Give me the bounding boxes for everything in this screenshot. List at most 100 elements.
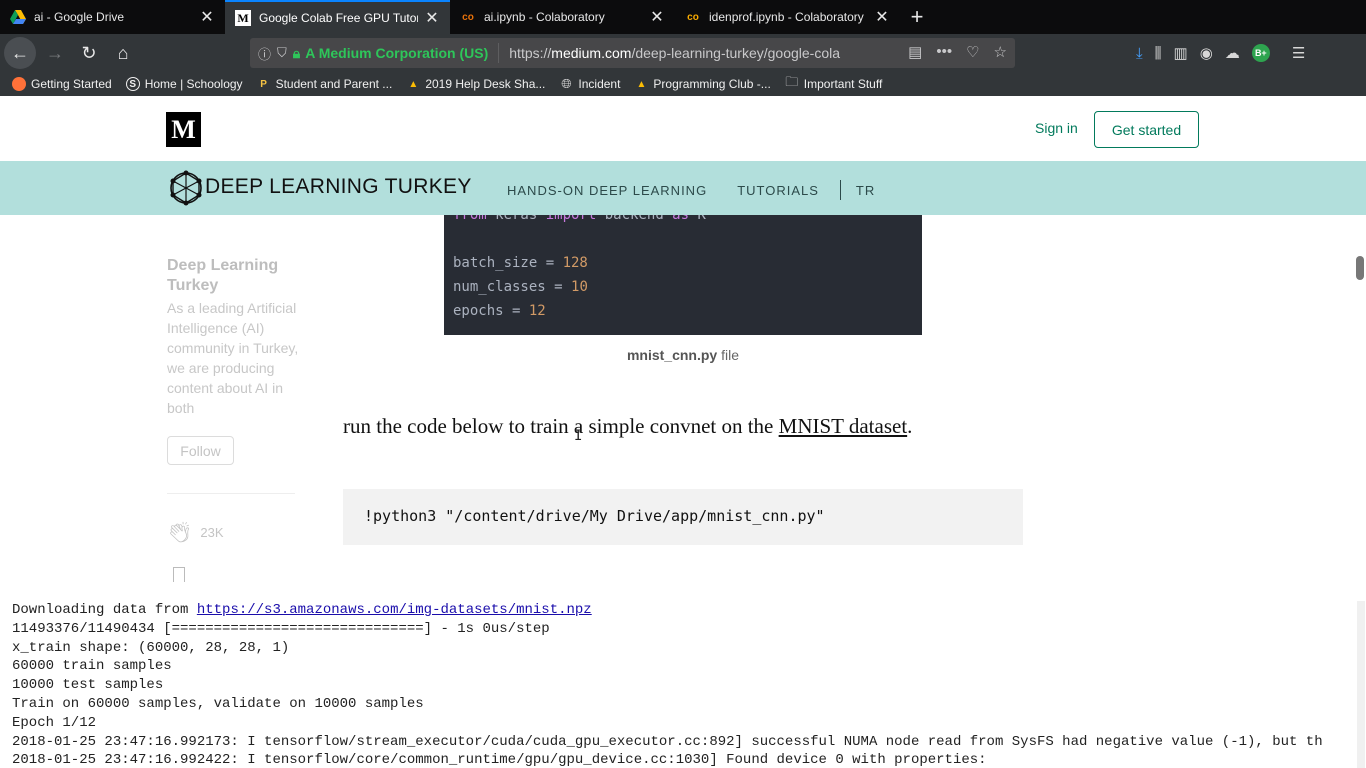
publication-name[interactable]: DEEP LEARNING TURKEY bbox=[205, 175, 472, 199]
site-identity[interactable]: 🔒︎ A Medium Corporation (US) bbox=[292, 43, 500, 63]
download-icon[interactable]: ⤓ bbox=[1136, 45, 1143, 62]
bookmark-star-icon[interactable]: ☆ bbox=[994, 43, 1007, 61]
bookmark-label: Getting Started bbox=[31, 77, 112, 91]
output-line: 2018-01-25 23:47:16.992173: I tensorflow… bbox=[12, 733, 1323, 750]
bookmark-label: Student and Parent ... bbox=[275, 77, 393, 91]
medium-logo[interactable]: M bbox=[166, 112, 201, 147]
library-icon[interactable]: ⫼ bbox=[1155, 45, 1162, 62]
close-icon[interactable]: ✕ bbox=[199, 7, 215, 27]
code-line: batch_size = 128 bbox=[453, 251, 913, 275]
nav-tutorials[interactable]: TUTORIALS bbox=[737, 183, 819, 198]
address-bar[interactable]: ⓘ ⛉ 🔒︎ A Medium Corporation (US) https:/… bbox=[250, 38, 1015, 68]
p-icon: P bbox=[260, 78, 267, 90]
nav-tr[interactable]: TR bbox=[856, 183, 875, 198]
code-caption: mnist_cnn.py file bbox=[444, 347, 922, 363]
sidebar-icon[interactable]: ▥ bbox=[1174, 44, 1188, 62]
bookmark-label: Programming Club -... bbox=[653, 77, 771, 91]
clap-control[interactable]: 👏︎ 23K bbox=[167, 520, 307, 545]
pocket-icon[interactable]: ♡ bbox=[966, 43, 979, 61]
code-text: num_classes = bbox=[453, 279, 572, 295]
tab-ai-colab[interactable]: co ai.ipynb - Colaboratory ✕ bbox=[450, 0, 675, 34]
mnist-download-link[interactable]: https://s3.amazonaws.com/img-datasets/mn… bbox=[197, 602, 592, 618]
account-icon[interactable]: ◉ bbox=[1200, 44, 1213, 62]
get-started-button[interactable]: Get started bbox=[1094, 111, 1199, 148]
code-text: batch_size = bbox=[453, 255, 563, 271]
reader-view-icon[interactable]: ▤ bbox=[908, 43, 922, 61]
colab-icon: co bbox=[687, 11, 699, 23]
tab-title: idenprof.ipynb - Colaboratory bbox=[709, 10, 864, 24]
tab-medium-article[interactable]: M Google Colab Free GPU Tutorial ✕ bbox=[225, 0, 450, 34]
sidebar-publication-title[interactable]: Deep Learning Turkey bbox=[167, 256, 287, 296]
bookmarks-bar: Getting Started S Home | Schoology P Stude… bbox=[0, 72, 1366, 96]
bookmark-label: 2019 Help Desk Sha... bbox=[425, 77, 546, 91]
folder-icon: 🗀 bbox=[785, 74, 799, 89]
output-scrollbar[interactable] bbox=[1357, 601, 1365, 768]
output-line: 60000 train samples bbox=[12, 658, 172, 675]
code-block-command: !python3 "/content/drive/My Drive/app/mn… bbox=[343, 489, 1023, 545]
publication-bar: DEEP LEARNING TURKEY HANDS-ON DEEP LEARN… bbox=[0, 161, 1366, 215]
output-line: Downloading data from https://s3.amazona… bbox=[0, 601, 1366, 620]
identity-label: A Medium Corporation (US) bbox=[305, 45, 489, 61]
back-button[interactable]: ← bbox=[4, 37, 36, 69]
clap-icon[interactable]: 👏︎ bbox=[167, 520, 192, 545]
close-icon[interactable]: ✕ bbox=[424, 8, 440, 28]
drive-icon: ▲ bbox=[408, 78, 419, 90]
bookmark-label: Incident bbox=[578, 77, 621, 91]
bookmark-incident[interactable]: 🌐︎ Incident bbox=[559, 76, 621, 91]
google-drive-icon bbox=[10, 9, 26, 25]
nav-hands-on[interactable]: HANDS-ON DEEP LEARNING bbox=[507, 183, 707, 198]
caption-filename: mnist_cnn.py bbox=[626, 347, 718, 363]
reload-button[interactable]: ↻ bbox=[74, 38, 104, 68]
medium-icon: M bbox=[235, 10, 251, 26]
page-actions-icon[interactable]: ••• bbox=[936, 43, 952, 61]
tab-google-drive[interactable]: ai - Google Drive ✕ bbox=[0, 0, 225, 34]
url-path: /deep-learning-turkey/google-cola bbox=[631, 45, 841, 61]
publication-nav: HANDS-ON DEEP LEARNING TUTORIALS TR bbox=[507, 180, 905, 200]
url-prefix: https:// bbox=[509, 45, 552, 61]
tab-title: ai - Google Drive bbox=[34, 10, 125, 24]
lock-icon: 🔒︎ bbox=[292, 44, 301, 61]
tracking-shield-icon[interactable]: ⛉ bbox=[277, 45, 287, 61]
publication-sidebar: Deep Learning Turkey As a leading Artifi… bbox=[167, 256, 307, 582]
tab-idenprof-colab[interactable]: co idenprof.ipynb - Colaboratory ✕ bbox=[675, 0, 900, 34]
tab-bar: ai - Google Drive ✕ M Google Colab Free … bbox=[0, 0, 1366, 34]
bookmark-schoology[interactable]: S Home | Schoology bbox=[125, 77, 243, 91]
sidebar-divider bbox=[167, 493, 295, 494]
bookmark-student-parent[interactable]: P Student and Parent ... bbox=[257, 77, 393, 91]
nav-divider bbox=[839, 180, 841, 200]
close-icon[interactable]: ✕ bbox=[649, 7, 665, 27]
publication-name-bold: DEEP LEARNING bbox=[205, 175, 379, 198]
sign-in-link[interactable]: Sign in bbox=[1035, 120, 1078, 136]
bookmark-icon[interactable] bbox=[173, 567, 185, 582]
bookmark-help-desk[interactable]: ▲ 2019 Help Desk Sha... bbox=[406, 77, 545, 91]
output-line: x_train shape: (60000, 28, 28, 1) bbox=[12, 639, 290, 656]
url-text[interactable]: https://medium.com/deep-learning-turkey/… bbox=[509, 45, 879, 61]
bookmark-getting-started[interactable]: Getting Started bbox=[12, 77, 112, 91]
mnist-dataset-link[interactable]: MNIST dataset bbox=[779, 414, 908, 438]
menu-icon[interactable]: ☰ bbox=[1292, 44, 1305, 62]
page-scrollbar[interactable] bbox=[1356, 256, 1364, 280]
output-text: Downloading data from bbox=[12, 602, 197, 618]
code-number: 12 bbox=[528, 303, 546, 319]
code-block-mnist-cnn: from keras import backend as K batch_siz… bbox=[444, 207, 922, 335]
output-line: Train on 60000 samples, validate on 1000… bbox=[12, 695, 424, 712]
code-line: epochs = 12 bbox=[453, 299, 913, 323]
caption-text: file bbox=[717, 347, 740, 363]
bookmark-folder-important[interactable]: 🗀 Important Stuff bbox=[785, 74, 882, 91]
close-icon[interactable]: ✕ bbox=[874, 7, 890, 27]
follow-button[interactable]: Follow bbox=[167, 436, 234, 465]
text-cursor-icon: I bbox=[574, 428, 583, 444]
forward-button[interactable]: → bbox=[40, 38, 70, 68]
new-tab-button[interactable]: + bbox=[900, 0, 934, 34]
training-output: Downloading data from https://s3.amazona… bbox=[0, 601, 1366, 768]
profile-badge[interactable]: B+ bbox=[1251, 44, 1270, 62]
bookmark-programming-club[interactable]: ▲ Programming Club -... bbox=[634, 77, 770, 91]
info-icon[interactable]: ⓘ bbox=[258, 44, 271, 63]
publication-logo-icon[interactable] bbox=[168, 170, 204, 206]
article-paragraph: run the code below to train a simple con… bbox=[343, 414, 912, 439]
extension-icon[interactable]: ☁ bbox=[1225, 44, 1240, 62]
home-button[interactable]: ⌂ bbox=[108, 38, 138, 68]
navigation-toolbar: ← → ↻ ⌂ ⓘ ⛉ 🔒︎ A Medium Corporation (US)… bbox=[0, 34, 1366, 72]
output-line: 11493376/11490434 [=====================… bbox=[12, 620, 550, 637]
